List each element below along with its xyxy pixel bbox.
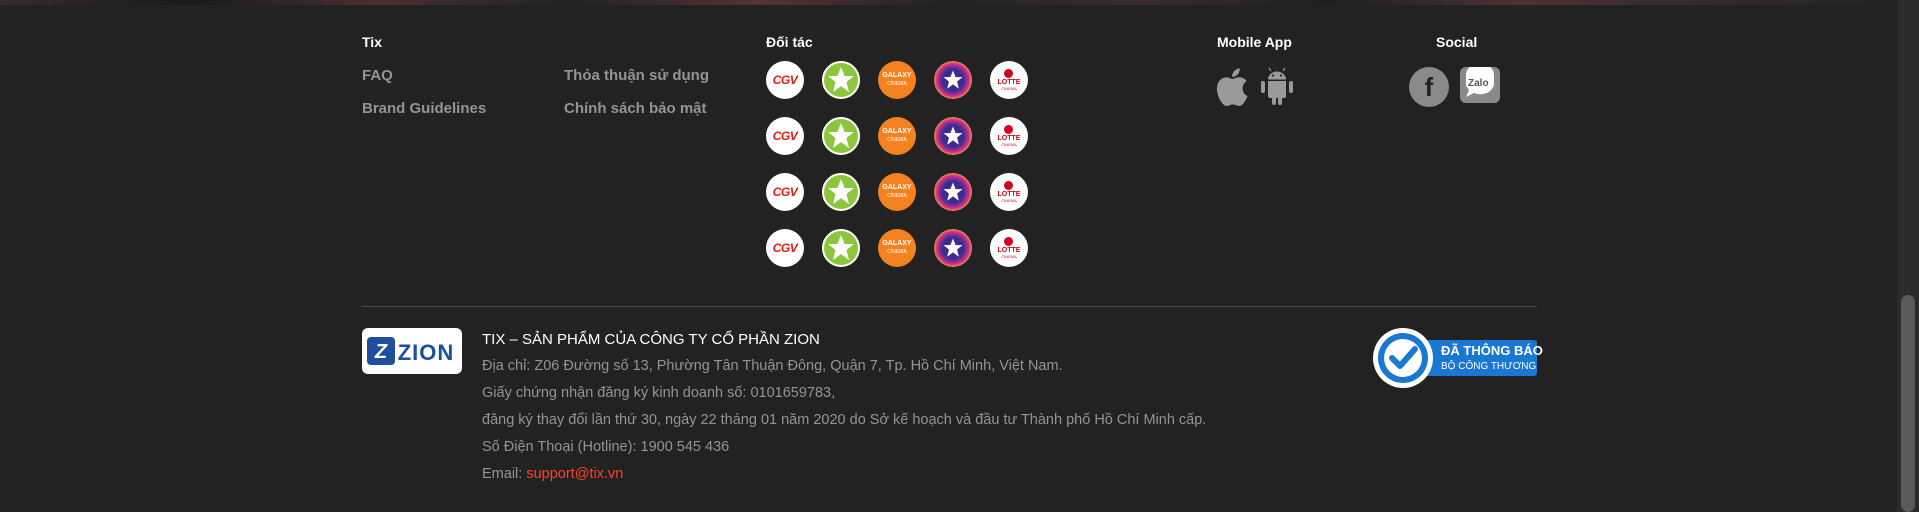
bhd-star-icon [828,123,854,148]
email-link[interactable]: support@tix.vn [526,466,623,482]
bhd-star-icon [828,67,854,92]
apple-icon[interactable] [1215,67,1249,112]
partner-cgv-logo[interactable]: CGV [766,61,804,99]
galaxy-logo-top: GALAXY [882,128,912,135]
galaxy-logo-text: GALAXY CINEMA [882,72,911,88]
footer-divider [362,306,1537,307]
partner-galaxy-logo[interactable]: GALAXY CINEMA [878,117,916,155]
galaxy-logo-bottom: CINEMA [887,249,907,255]
partner-cinestar-logo[interactable] [934,61,972,99]
email-label: Email: [482,466,527,482]
cinestar-star-icon [943,70,963,89]
partners-column-title: Đối tác [766,34,813,50]
business-license: Giấy chứng nhận đăng ký kinh doanh số: 0… [482,385,836,401]
partner-cgv-logo[interactable]: CGV [766,117,804,155]
zalo-label: Zalo [1468,78,1489,89]
lotte-logo-top: LOTTE [997,191,1021,198]
partner-cgv-logo[interactable]: CGV [766,229,804,267]
cgv-logo-text: CGV [772,73,798,87]
zion-logo-text: ZION [398,340,455,365]
company-address: Địa chỉ: Z06 Đường số 13, Phường Tân Thu… [482,358,1063,374]
partner-bhd-logo[interactable] [822,117,860,155]
galaxy-logo-text: GALAXY CINEMA [882,240,911,256]
lotte-logo-mark: LOTTE CINEMA [997,125,1021,147]
galaxy-logo-bottom: CINEMA [887,193,907,199]
privacy-policy-link[interactable]: Chính sách bảo mật [564,100,707,117]
svg-text:Z: Z [374,341,388,363]
lotte-logo-bottom: CINEMA [1001,142,1017,147]
terms-of-use-link[interactable]: Thỏa thuận sử dụng [564,67,709,84]
hotline: Số Điện Thoại (Hotline): 1900 545 436 [482,439,730,455]
mobile-app-column-title: Mobile App [1217,34,1292,50]
partner-lotte-logo[interactable]: LOTTE CINEMA [990,173,1028,211]
lotte-logo-bottom: CINEMA [1001,254,1017,259]
partner-lotte-logo[interactable]: LOTTE CINEMA [990,61,1028,99]
cinestar-star-icon [943,126,963,145]
lotte-logo-top: LOTTE [997,135,1021,142]
lotte-logo-bottom: CINEMA [1001,86,1017,91]
cinestar-star-icon [943,238,963,257]
email-line: Email: support@tix.vn [482,466,623,482]
galaxy-logo-bottom: CINEMA [887,81,907,87]
lotte-logo-top: LOTTE [997,247,1021,254]
bhd-star-icon [828,235,854,260]
partner-lotte-logo[interactable]: LOTTE CINEMA [990,117,1028,155]
registration-info: đăng ký thay đổi lần thứ 30, ngày 22 thá… [482,412,1207,428]
galaxy-logo-bottom: CINEMA [887,137,907,143]
partner-galaxy-logo[interactable]: GALAXY CINEMA [878,61,916,99]
galaxy-logo-text: GALAXY CINEMA [882,184,911,200]
social-column-title: Social [1436,34,1478,50]
lotte-logo-bottom: CINEMA [1001,198,1017,203]
ministry-registered-badge[interactable]: ĐÃ THÔNG BÁO BỘ CÔNG THƯƠNG [1373,328,1543,388]
zion-logo: Z ZION [362,328,462,374]
partner-cinestar-logo[interactable] [934,173,972,211]
partner-bhd-logo[interactable] [822,173,860,211]
scrollbar-track[interactable] [1897,0,1919,512]
lotte-dot-icon [1004,125,1014,134]
facebook-glyph: f [1424,71,1434,102]
lotte-logo-mark: LOTTE CINEMA [997,237,1021,259]
cgv-logo-text: CGV [772,241,798,255]
badge-line1: ĐÃ THÔNG BÁO [1441,343,1543,358]
partner-galaxy-logo[interactable]: GALAXY CINEMA [878,229,916,267]
footer: Tix FAQ Brand Guidelines Thỏa thuận sử d… [362,0,1543,512]
partner-galaxy-logo[interactable]: GALAXY CINEMA [878,173,916,211]
brand-guidelines-link[interactable]: Brand Guidelines [362,100,486,117]
partner-bhd-logo[interactable] [822,229,860,267]
lotte-logo-top: LOTTE [997,79,1021,86]
partner-bhd-logo[interactable] [822,61,860,99]
faq-link[interactable]: FAQ [362,67,393,84]
galaxy-logo-text: GALAXY CINEMA [882,128,911,144]
lotte-logo-mark: LOTTE CINEMA [997,181,1021,203]
galaxy-logo-top: GALAXY [882,184,912,191]
partner-cinestar-logo[interactable] [934,117,972,155]
galaxy-logo-top: GALAXY [882,240,912,247]
partner-lotte-logo[interactable]: LOTTE CINEMA [990,229,1028,267]
cinestar-star-icon [943,182,963,201]
cgv-logo-text: CGV [772,185,798,199]
lotte-logo-mark: LOTTE CINEMA [997,69,1021,91]
lotte-dot-icon [1004,237,1014,246]
tix-column-title: Tix [362,34,382,50]
badge-line2: BỘ CÔNG THƯƠNG [1441,361,1537,372]
scrollbar-thumb[interactable] [1901,295,1915,512]
lotte-dot-icon [1004,181,1014,190]
facebook-icon[interactable]: f [1409,67,1449,107]
company-title: TIX – SẢN PHẨM CỦA CÔNG TY CỔ PHẦN ZION [482,331,820,348]
partner-cinestar-logo[interactable] [934,229,972,267]
cgv-logo-text: CGV [772,129,798,143]
android-icon[interactable] [1260,67,1294,112]
zalo-icon[interactable]: Zalo [1460,67,1500,107]
lotte-dot-icon [1004,69,1014,78]
partner-cgv-logo[interactable]: CGV [766,173,804,211]
bhd-star-icon [828,179,854,204]
galaxy-logo-top: GALAXY [882,72,912,79]
